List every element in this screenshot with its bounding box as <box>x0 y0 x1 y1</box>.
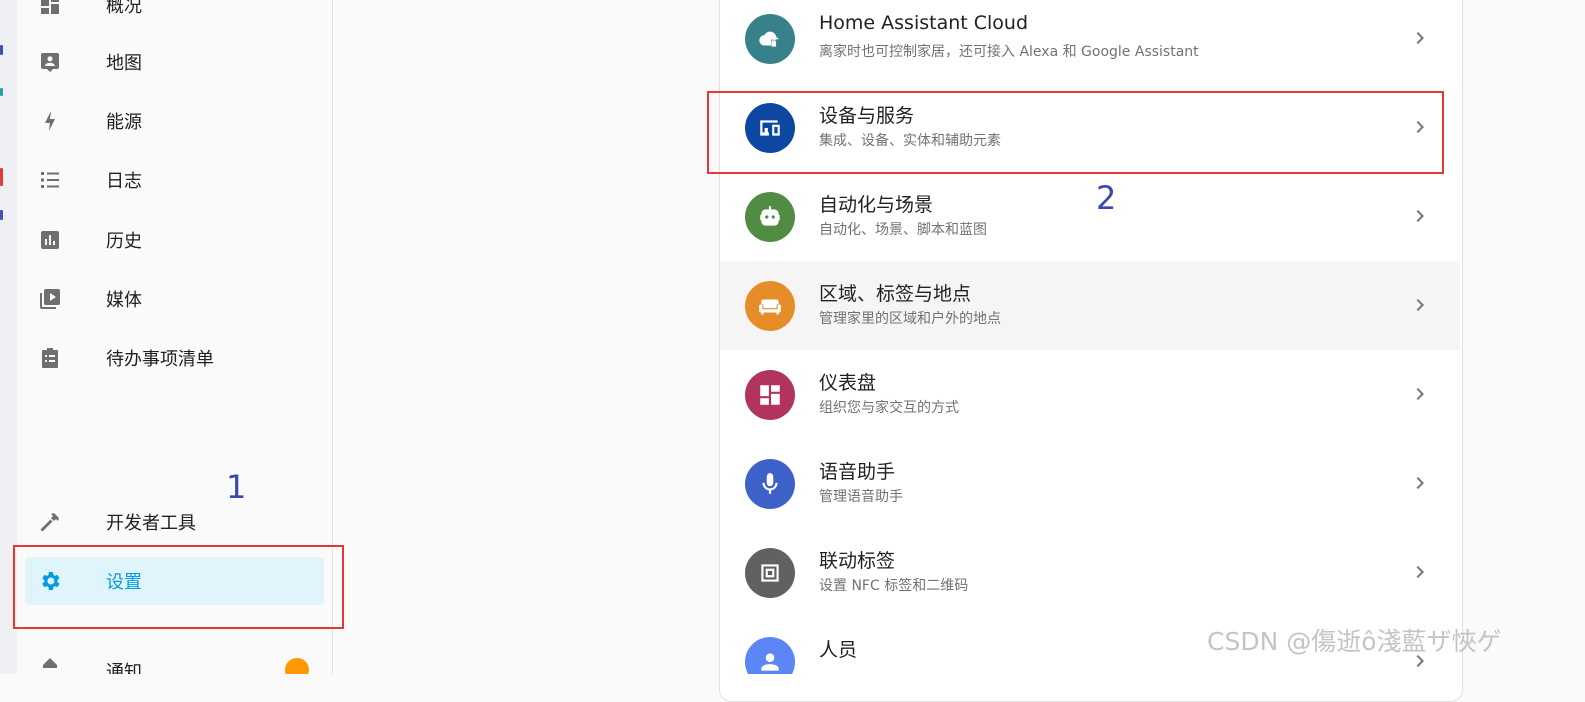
sidebar-item-media[interactable]: 媒体 <box>25 275 324 323</box>
sidebar-item-energy[interactable]: 能源 <box>25 97 324 145</box>
dashboard-icon <box>745 370 795 420</box>
edge-mark <box>0 45 3 55</box>
sidebar-item-developer-tools[interactable]: 开发者工具 <box>25 498 324 546</box>
nfc-tag-icon <box>745 548 795 598</box>
notification-badge <box>285 658 309 674</box>
row-title: Home Assistant Cloud <box>819 12 1029 34</box>
row-title: 语音助手 <box>819 461 896 483</box>
chevron-right-icon <box>1408 26 1432 50</box>
row-title: 区域、标签与地点 <box>819 283 972 305</box>
row-title: 联动标签 <box>819 550 896 572</box>
edge-mark <box>0 210 3 220</box>
settings-row-voice-assistants[interactable]: 语音助手 管理语音助手 <box>720 439 1460 528</box>
person-icon <box>745 637 795 674</box>
watermark: CSDN @傷逝ô淺藍ザ悏ゲ <box>1207 627 1502 656</box>
row-description: 管理语音助手 <box>819 489 903 505</box>
settings-row-dashboards[interactable]: 仪表盘 组织您与家交互的方式 <box>720 350 1460 439</box>
format-list-icon <box>38 168 62 192</box>
robot-icon <box>745 192 795 242</box>
settings-row-cloud[interactable]: Home Assistant Cloud 离家时也可控制家居，还可接入 Alex… <box>720 0 1460 83</box>
row-description: 离家时也可控制家居，还可接入 Alexa 和 Google Assistant <box>819 44 1199 60</box>
sidebar-item-label: 能源 <box>106 112 142 133</box>
sidebar-item-label: 媒体 <box>106 290 142 311</box>
sidebar-item-label: 概况 <box>106 0 142 17</box>
annotation-number: 2 <box>1096 179 1117 217</box>
row-title: 自动化与场景 <box>819 194 934 216</box>
settings-row-areas[interactable]: 区域、标签与地点 管理家里的区域和户外的地点 <box>720 261 1460 350</box>
sidebar-item-overview[interactable]: 概况 <box>25 0 324 29</box>
chevron-right-icon <box>1408 560 1432 584</box>
annotation-box <box>707 91 1444 174</box>
row-description: 组织您与家交互的方式 <box>819 400 959 416</box>
lightning-bolt-icon <box>38 109 62 133</box>
settings-row-tags[interactable]: 联动标签 设置 NFC 标签和二维码 <box>720 528 1460 617</box>
row-description: 管理家里的区域和户外的地点 <box>819 311 1001 327</box>
annotation-number: 1 <box>226 468 247 506</box>
sidebar-item-notifications[interactable]: 通知 <box>25 648 324 674</box>
sidebar-item-label: 开发者工具 <box>106 513 196 534</box>
sidebar-item-history[interactable]: 历史 <box>25 216 324 264</box>
sidebar-item-label: 日志 <box>106 171 142 192</box>
sidebar-item-label: 通知 <box>106 662 142 674</box>
chart-box-icon <box>38 228 62 252</box>
row-title: 人员 <box>819 639 858 661</box>
edge-mark <box>0 88 3 96</box>
sidebar-item-map[interactable]: 地图 <box>25 38 324 86</box>
chevron-right-icon <box>1408 204 1432 228</box>
annotation-box <box>13 545 344 629</box>
edge-mark <box>0 168 3 186</box>
bell-icon <box>38 656 62 674</box>
chevron-right-icon <box>1408 382 1432 406</box>
chevron-right-icon <box>1408 293 1432 317</box>
row-description: 自动化、场景、脚本和蓝图 <box>819 222 987 238</box>
microphone-icon <box>745 459 795 509</box>
sidebar-item-label: 历史 <box>106 231 142 252</box>
sidebar-item-label: 待办事项清单 <box>106 349 214 370</box>
sidebar-item-label: 地图 <box>106 53 142 74</box>
chevron-right-icon <box>1408 471 1432 495</box>
clipboard-list-icon <box>38 346 62 370</box>
row-description: 设置 NFC 标签和二维码 <box>819 578 969 594</box>
sofa-icon <box>745 281 795 331</box>
settings-row-automations[interactable]: 自动化与场景 自动化、场景、脚本和蓝图 <box>720 172 1460 261</box>
sidebar-item-logbook[interactable]: 日志 <box>25 156 324 204</box>
account-box-icon <box>38 50 62 74</box>
hammer-icon <box>38 510 62 534</box>
play-box-multiple-icon <box>38 287 62 311</box>
cloud-lock-icon <box>745 14 795 64</box>
dashboard-grid-icon <box>38 0 62 17</box>
row-title: 仪表盘 <box>819 372 877 394</box>
sidebar-item-todo[interactable]: 待办事项清单 <box>25 334 324 382</box>
